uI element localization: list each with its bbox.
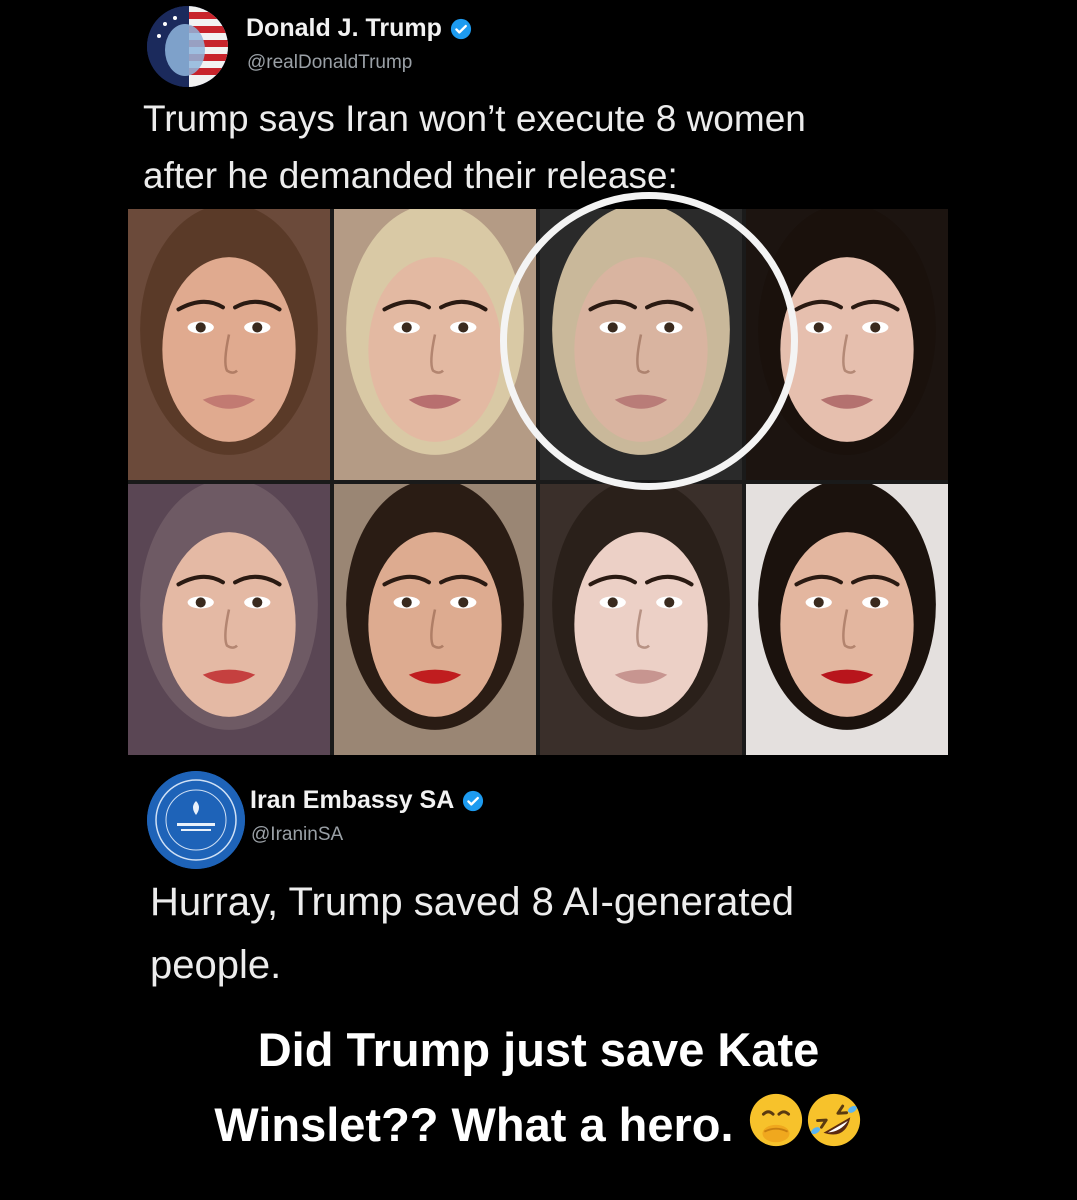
post2-text-line1: Hurray, Trump saved 8 AI-generated <box>150 880 795 924</box>
post1-text-line1: Trump says Iran won’t execute 8 women <box>143 98 806 139</box>
photo-grid[interactable] <box>128 192 948 755</box>
post1-text-line2: after he demanded their release: <box>143 155 678 196</box>
post1-handle[interactable]: @realDonaldTrump <box>247 52 412 74</box>
photo-portrait-5[interactable] <box>128 484 330 755</box>
photo-portrait-7[interactable] <box>540 484 742 755</box>
photo-portrait-6[interactable] <box>334 484 536 755</box>
caption-line1-text: Did Trump just save Kate <box>257 1023 820 1076</box>
verified-badge-icon <box>463 790 484 811</box>
highlight-circle <box>500 192 798 490</box>
caption-line1: Did Trump just save Kate <box>0 1018 1077 1083</box>
face-with-hand-over-mouth-icon <box>747 1091 805 1166</box>
photo-portrait-1[interactable] <box>128 209 330 480</box>
rolling-on-floor-laughing-icon <box>805 1091 863 1166</box>
post2-display-name[interactable]: Iran Embassy SA <box>250 786 454 815</box>
caption-line2: Winslet?? What a hero. <box>0 1091 1077 1166</box>
post2-handle[interactable]: @IraninSA <box>251 824 343 846</box>
iran-embassy-avatar[interactable] <box>147 771 245 869</box>
verified-badge-icon <box>450 18 471 39</box>
embassy-seal-icon <box>147 771 245 869</box>
trump-avatar[interactable] <box>147 6 228 87</box>
post2-text-line2: people. <box>150 943 282 987</box>
flag-face-icon <box>147 6 228 87</box>
photo-portrait-8[interactable] <box>746 484 948 755</box>
caption-line2-text: Winslet?? What a hero. <box>214 1097 734 1151</box>
post1-display-name[interactable]: Donald J. Trump <box>246 14 442 43</box>
